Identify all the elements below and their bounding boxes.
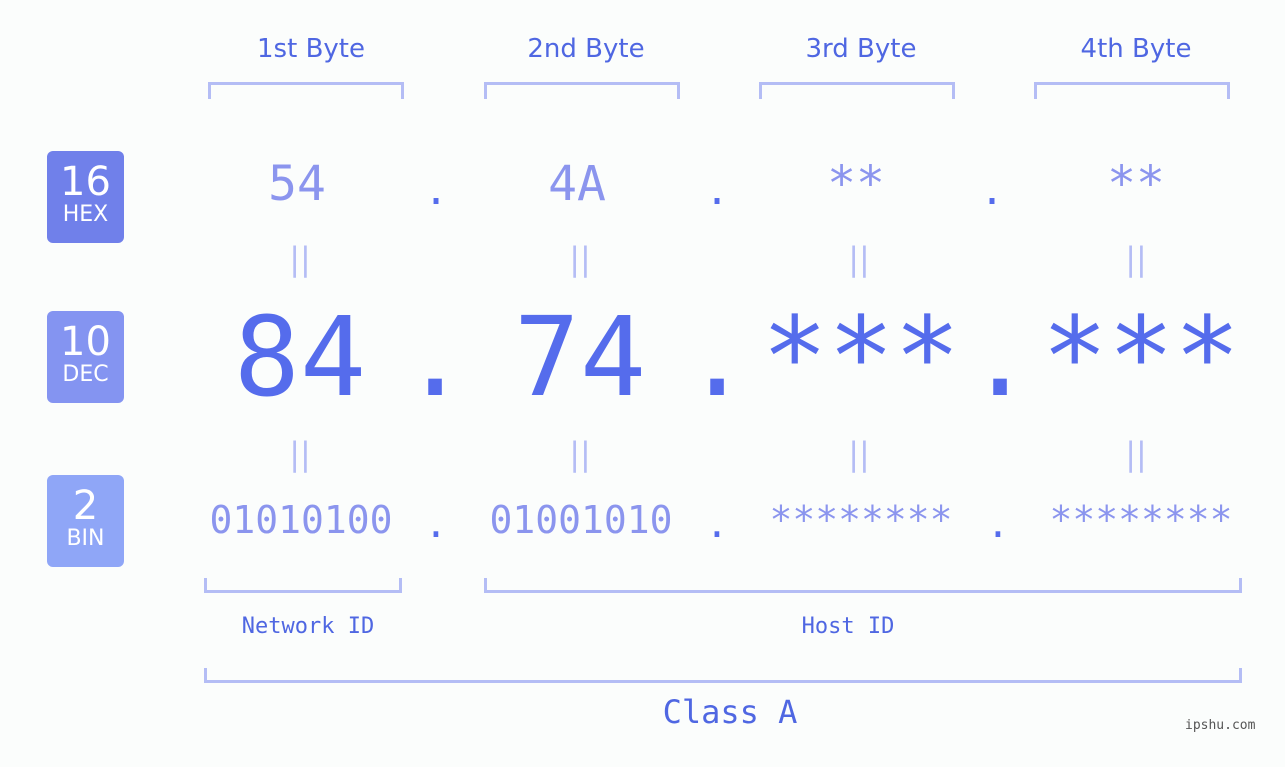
dec-base-label: DEC — [62, 362, 109, 387]
byte-header-2: 2nd Byte — [527, 34, 645, 64]
dec-badge: 10 DEC — [47, 311, 124, 403]
class-bracket — [204, 668, 1242, 683]
byte-bracket-2 — [484, 82, 680, 99]
hex-dot-3: . — [979, 168, 1005, 214]
hex-byte-1: 54 — [268, 156, 326, 212]
equals-dec-bin-1: || — [289, 435, 311, 473]
equals-dec-bin-2: || — [569, 435, 591, 473]
bin-dot-2: . — [705, 502, 729, 546]
equals-hex-dec-1: || — [289, 240, 311, 278]
byte-header-4: 4th Byte — [1080, 34, 1192, 64]
hex-base-number: 16 — [60, 159, 111, 205]
dec-dot-3: . — [967, 293, 1034, 421]
equals-hex-dec-4: || — [1125, 240, 1147, 278]
byte-header-1: 1st Byte — [257, 34, 365, 64]
dec-byte-3: *** — [761, 293, 961, 421]
hex-dot-1: . — [423, 168, 449, 214]
bin-dot-3: . — [986, 502, 1010, 546]
class-label: Class A — [662, 693, 798, 731]
bin-base-number: 2 — [72, 483, 99, 529]
equals-dec-bin-3: || — [848, 435, 870, 473]
equals-hex-dec-3: || — [848, 240, 870, 278]
dec-byte-1: 84 — [233, 293, 367, 421]
hex-byte-2: 4A — [548, 156, 606, 212]
dec-base-number: 10 — [60, 319, 111, 365]
watermark: ipshu.com — [1185, 718, 1256, 733]
dec-byte-2: 74 — [513, 293, 647, 421]
dec-byte-4: *** — [1041, 293, 1241, 421]
network-id-bracket — [204, 578, 402, 593]
host-id-label: Host ID — [801, 614, 895, 639]
bin-byte-1: 01010100 — [209, 498, 393, 542]
dec-dot-1: . — [402, 293, 469, 421]
byte-bracket-4 — [1034, 82, 1230, 99]
hex-base-label: HEX — [62, 202, 109, 227]
byte-bracket-1 — [208, 82, 404, 99]
hex-badge: 16 HEX — [47, 151, 124, 243]
hex-byte-4: ** — [1107, 156, 1165, 212]
bin-byte-3: ******** — [769, 498, 953, 542]
dec-dot-2: . — [684, 293, 751, 421]
bin-base-label: BIN — [66, 526, 105, 551]
equals-dec-bin-4: || — [1125, 435, 1147, 473]
bin-badge: 2 BIN — [47, 475, 124, 567]
host-id-bracket — [484, 578, 1242, 593]
bin-byte-4: ******** — [1049, 498, 1233, 542]
bin-byte-2: 01001010 — [489, 498, 673, 542]
equals-hex-dec-2: || — [569, 240, 591, 278]
network-id-label: Network ID — [241, 614, 375, 639]
byte-bracket-3 — [759, 82, 955, 99]
byte-header-3: 3rd Byte — [805, 34, 917, 64]
bin-dot-1: . — [424, 502, 448, 546]
hex-byte-3: ** — [827, 156, 885, 212]
hex-dot-2: . — [704, 168, 730, 214]
